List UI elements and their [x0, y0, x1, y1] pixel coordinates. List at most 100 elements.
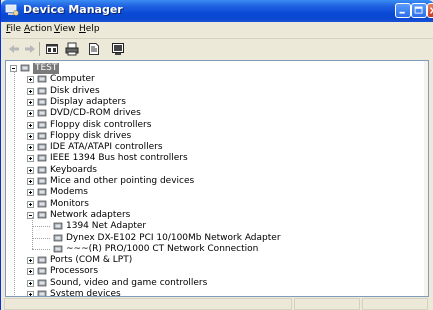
tree-item-label: Disk drives [50, 85, 100, 96]
tree-item-label: TEST [33, 63, 60, 74]
network-card-icon [53, 234, 63, 241]
print-icon[interactable] [64, 41, 80, 57]
expander-plus-bar [30, 157, 31, 161]
tree-item-label: Monitors [50, 198, 89, 209]
menu-help-accel: H [79, 24, 86, 34]
menu-help[interactable]: Help [79, 24, 100, 34]
tree-item[interactable]: Ports (COM & LPT) [6, 255, 416, 266]
expander-plus-bar [30, 293, 31, 296]
tree-item-expander[interactable] [27, 268, 34, 276]
computer-screen-icon[interactable] [110, 41, 126, 57]
tree-item[interactable]: DVD/CD-ROM drives [6, 108, 416, 119]
toolbar [2, 38, 433, 59]
tree-item-expander[interactable] [27, 178, 34, 185]
tree-item-label: System devices [50, 289, 121, 297]
computer-root-icon [20, 64, 30, 72]
tree-connector [32, 237, 50, 239]
device-manager-window: Device Manager File Action View Help TES… [0, 0, 433, 310]
tree-item-expander[interactable] [27, 279, 34, 287]
tree-item-expander[interactable] [27, 155, 34, 163]
close-button[interactable] [427, 3, 433, 18]
device-tree[interactable]: TEST Computer Disk drives Display adapters D… [5, 60, 429, 297]
tree-item-label: 1394 Net Adapter [66, 221, 147, 232]
tree-item-label: IEEE 1394 Bus host controllers [50, 153, 188, 164]
expander-plus-bar [30, 100, 31, 104]
tree-item[interactable]: Computer [6, 74, 416, 85]
tree-item[interactable]: Floppy disk drives [6, 131, 416, 142]
tree-root-expander[interactable] [10, 65, 17, 72]
status-bar [2, 297, 433, 310]
tree-item[interactable]: Processors [6, 266, 416, 277]
tree-child-item[interactable]: Dynex DX-E102 PCI 10/100Mb Network Adapt… [6, 233, 416, 244]
tree-item[interactable]: Floppy disk controllers [6, 120, 416, 131]
tree-item-expander[interactable] [27, 144, 34, 152]
tree-item[interactable]: Modems [6, 187, 416, 198]
tree-item[interactable]: Monitors [6, 199, 416, 210]
tree-root[interactable]: TEST [6, 63, 416, 74]
status-cell-main [4, 298, 292, 310]
window-title: Device Manager [23, 3, 123, 16]
tree-child-item[interactable]: 1394 Net Adapter [6, 221, 416, 232]
tree-item-expander[interactable] [27, 121, 34, 129]
properties-grid-icon[interactable] [44, 41, 60, 57]
back-arrow-icon[interactable] [6, 41, 22, 57]
tree-item-expander[interactable] [27, 110, 34, 118]
sound-icon [37, 279, 47, 287]
ieee1394-icon [37, 155, 47, 162]
menu-file[interactable]: File [6, 24, 21, 34]
tree-item[interactable]: Keyboards [6, 165, 416, 176]
tree-item[interactable]: System devices [6, 289, 416, 297]
computer-icon [37, 75, 47, 83]
disk-drive-icon [37, 87, 47, 94]
expander-plus-bar [30, 191, 31, 195]
display-adapter-icon [37, 98, 47, 106]
title-bar[interactable]: Device Manager [1, 0, 433, 22]
tree-item-expander[interactable] [27, 132, 34, 140]
expander-plus-bar [30, 112, 31, 116]
mouse-icon [37, 177, 47, 185]
menu-action[interactable]: Action [24, 24, 52, 34]
tree-item-expander[interactable] [27, 200, 34, 208]
tree-item[interactable]: Disk drives [6, 86, 416, 97]
expander-plus-bar [30, 134, 31, 138]
maximize-button[interactable] [411, 3, 427, 18]
tree-connector [32, 217, 33, 250]
tree-item-expander[interactable] [27, 87, 34, 95]
tree-item[interactable]: Network adapters [6, 210, 416, 221]
tree-item-label: Network adapters [50, 209, 131, 220]
tree-item-label: DVD/CD-ROM drives [50, 108, 141, 119]
tree-item-label: Ports (COM & LPT) [50, 255, 133, 266]
port-icon [37, 256, 47, 264]
tree-connector [14, 72, 15, 295]
minimize-button[interactable] [395, 3, 411, 18]
tree-item-expander[interactable] [27, 257, 34, 265]
expander-plus-bar [30, 89, 31, 93]
expander-minus-bar [29, 214, 32, 216]
network-adapter-icon [37, 211, 47, 219]
tree-item[interactable]: Display adapters [6, 97, 416, 108]
forward-arrow-icon[interactable] [22, 41, 38, 57]
tree-child-item[interactable]: ~~~(R) PRO/1000 CT Network Connection [6, 244, 416, 255]
expander-plus-bar [30, 78, 31, 82]
tree-item-expander[interactable] [27, 189, 34, 197]
menu-view[interactable]: View [54, 24, 75, 34]
tree-item[interactable]: IDE ATA/ATAPI controllers [6, 142, 416, 153]
tree-item[interactable]: IEEE 1394 Bus host controllers [6, 153, 416, 164]
floppy-controller-icon [37, 121, 47, 128]
menu-help-label: elp [85, 24, 100, 34]
tree-item-label: Modems [50, 187, 88, 198]
help-document-icon[interactable] [86, 41, 102, 57]
tree-item-expander[interactable] [27, 98, 34, 106]
tree-item-expander[interactable] [27, 76, 34, 84]
vertical-scrollbar[interactable] [424, 61, 428, 296]
network-card-icon [53, 222, 63, 230]
toolbar-separator [39, 42, 40, 56]
modem-icon [37, 188, 47, 196]
tree-item-expander[interactable] [27, 166, 34, 174]
tree-item[interactable]: Mice and other pointing devices [6, 176, 416, 187]
minimize-icon [399, 11, 405, 14]
tree-item-label: Floppy disk controllers [50, 119, 152, 130]
device-manager-icon [5, 4, 19, 16]
tree-item[interactable]: Sound, video and game controllers [6, 278, 416, 289]
tree-connector [32, 248, 50, 250]
